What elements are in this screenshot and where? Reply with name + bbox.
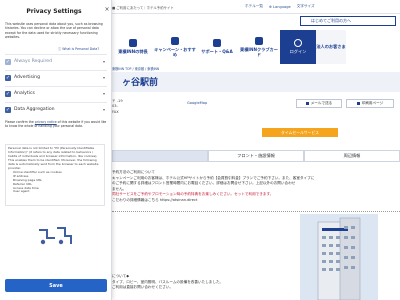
tag-icon xyxy=(171,36,179,45)
tab-overview[interactable] xyxy=(112,150,208,162)
user-icon xyxy=(294,39,302,47)
consent-label: Data Aggregation xyxy=(14,107,55,112)
timesale-label: タイムセールサービス xyxy=(281,129,319,135)
close-icon[interactable]: × xyxy=(104,6,110,14)
pi-list: Online identifier such as cookies IP add… xyxy=(8,170,102,195)
mail-icon xyxy=(305,102,309,105)
nav-label: サポート・Q&A xyxy=(201,49,233,55)
login-label: ログイン xyxy=(289,49,307,54)
print-button-label: 印刷用ページ xyxy=(361,101,384,105)
chevron-down-icon[interactable]: ▾ xyxy=(103,107,105,112)
checkbox-analytics[interactable]: ✓ xyxy=(5,90,11,97)
top-link-label: 文字サイズ xyxy=(296,4,315,8)
corporate-label: 法人のお客さま xyxy=(316,44,346,49)
panel-intro: This website uses personal data about yo… xyxy=(5,22,103,39)
consent-always-required: ✓ Always Required ▾ xyxy=(5,54,107,68)
consent-label: Analytics xyxy=(14,91,35,96)
nav-club-card[interactable]: 東横INNクラブカード xyxy=(238,30,280,64)
personal-data-info-box[interactable]: Personal data is not limited to "PII (Pe… xyxy=(5,144,105,206)
breadcrumb[interactable]: 東横INN TOP / 東京都 / 東横INN xyxy=(112,66,159,71)
consent-analytics[interactable]: ✓ Analytics ▾ xyxy=(5,86,107,100)
first-time-link[interactable]: はじめてご利用の方へ xyxy=(300,16,396,26)
nav-label: 東横INNクラブカード xyxy=(240,46,278,57)
room-line: ご利用は直接お問い合わせください。 xyxy=(112,285,174,290)
address-line: FAX xyxy=(112,109,119,114)
tab-label: フロント・施設情報 xyxy=(237,153,275,158)
corporate-link[interactable]: 法人のお客さま xyxy=(316,30,346,64)
room-notice: について◆ タイプ、ロビー、室内照明、バスルームの設備を改善いたしました。 ご利… xyxy=(112,274,292,291)
nav-label: キャンペーン・おすすめ xyxy=(154,46,196,57)
pi-intro: Personal data is not limited to "PII (Pe… xyxy=(8,146,99,170)
tab-label: 周辺情報 xyxy=(343,153,361,158)
email-button[interactable]: メールで送る xyxy=(296,99,342,108)
checkbox-advertising[interactable]: ✓ xyxy=(5,74,11,81)
top-links: ホテル一覧 ⊕ Language 文字サイズ xyxy=(245,4,315,9)
policy-note: Please confirm the privacy notice of thi… xyxy=(5,120,107,129)
consent-advertising[interactable]: ✓ Advertising ▾ xyxy=(5,70,107,84)
privacy-settings-panel: Privacy Settings × This website uses per… xyxy=(0,0,112,300)
consent-provider-logo xyxy=(39,227,72,245)
divider xyxy=(112,211,400,212)
nav-support[interactable]: サポート・Q&A xyxy=(196,30,238,64)
save-button[interactable]: Save xyxy=(5,279,107,292)
card-icon xyxy=(255,36,263,45)
first-time-label: はじめてご利用の方へ xyxy=(311,18,351,23)
main-nav: 東横INNの特長 キャンペーン・おすすめ サポート・Q&A 東横INNクラブカー… xyxy=(112,30,400,64)
tab-nearby[interactable]: 周辺情報 xyxy=(304,150,400,162)
consent-label: Always Required xyxy=(14,59,53,64)
top-link-label: Language xyxy=(272,4,291,9)
save-button-label: Save xyxy=(49,282,63,289)
help-icon xyxy=(213,39,221,48)
personal-data-link-label: What is Personal Data? xyxy=(62,47,100,51)
top-notice[interactable]: ■ ご利用にあたって｜ホテル予約サイト xyxy=(112,5,174,10)
nav-label: 東横INNの特長 xyxy=(118,49,148,55)
language-link[interactable]: ⊕ Language xyxy=(269,4,291,9)
chevron-down-icon[interactable]: ▾ xyxy=(103,75,105,80)
globe-icon: ⊕ xyxy=(268,4,272,9)
consent-label: Advertising xyxy=(14,75,40,80)
chevron-down-icon[interactable]: ▾ xyxy=(103,91,105,96)
print-icon xyxy=(356,102,360,105)
checkbox-data-aggregation[interactable]: ✓ xyxy=(5,106,11,113)
font-size-link[interactable]: 文字サイズ xyxy=(297,4,315,9)
consent-data-aggregation[interactable]: ✓ Data Aggregation ▾ xyxy=(5,102,107,116)
top-link-label: ホテル一覧 xyxy=(245,4,263,8)
building-icon xyxy=(129,39,137,48)
email-button-label: メールで送る xyxy=(310,101,333,105)
login-button[interactable]: ログイン xyxy=(280,30,316,64)
info-tabs: フロント・施設情報 周辺情報 xyxy=(112,150,400,162)
personal-data-link[interactable]: ⓘ What is Personal Data? xyxy=(58,46,99,51)
chevron-down-icon[interactable]: ▾ xyxy=(103,59,105,64)
check-icon: ✓ xyxy=(5,58,11,65)
hotel-title: ヶ谷駅前 xyxy=(122,78,159,88)
panel-title: Privacy Settings xyxy=(26,8,82,15)
tab-front-facilities[interactable]: フロント・施設情報 xyxy=(208,150,304,162)
nav-campaign[interactable]: キャンペーン・おすすめ xyxy=(154,30,196,64)
booking-notice: 予約方法のご利用について キャンペーンご利用のお客様は、ホテル公式HPサイトから… xyxy=(112,170,400,203)
google-map-link[interactable]: GoogleMap xyxy=(187,101,207,105)
pi-item: User agent xyxy=(13,190,102,194)
hotel-building-image xyxy=(300,214,378,300)
nav-features[interactable]: 東横INNの特長 xyxy=(112,30,154,64)
print-button[interactable]: 印刷用ページ xyxy=(346,99,394,108)
timesale-button[interactable]: タイムセールサービス xyxy=(262,128,338,137)
hotel-list-link[interactable]: ホテル一覧 xyxy=(245,4,263,9)
notice-link[interactable]: こだわりの詳細情報はこちら https://atsinan.direct xyxy=(112,198,400,204)
